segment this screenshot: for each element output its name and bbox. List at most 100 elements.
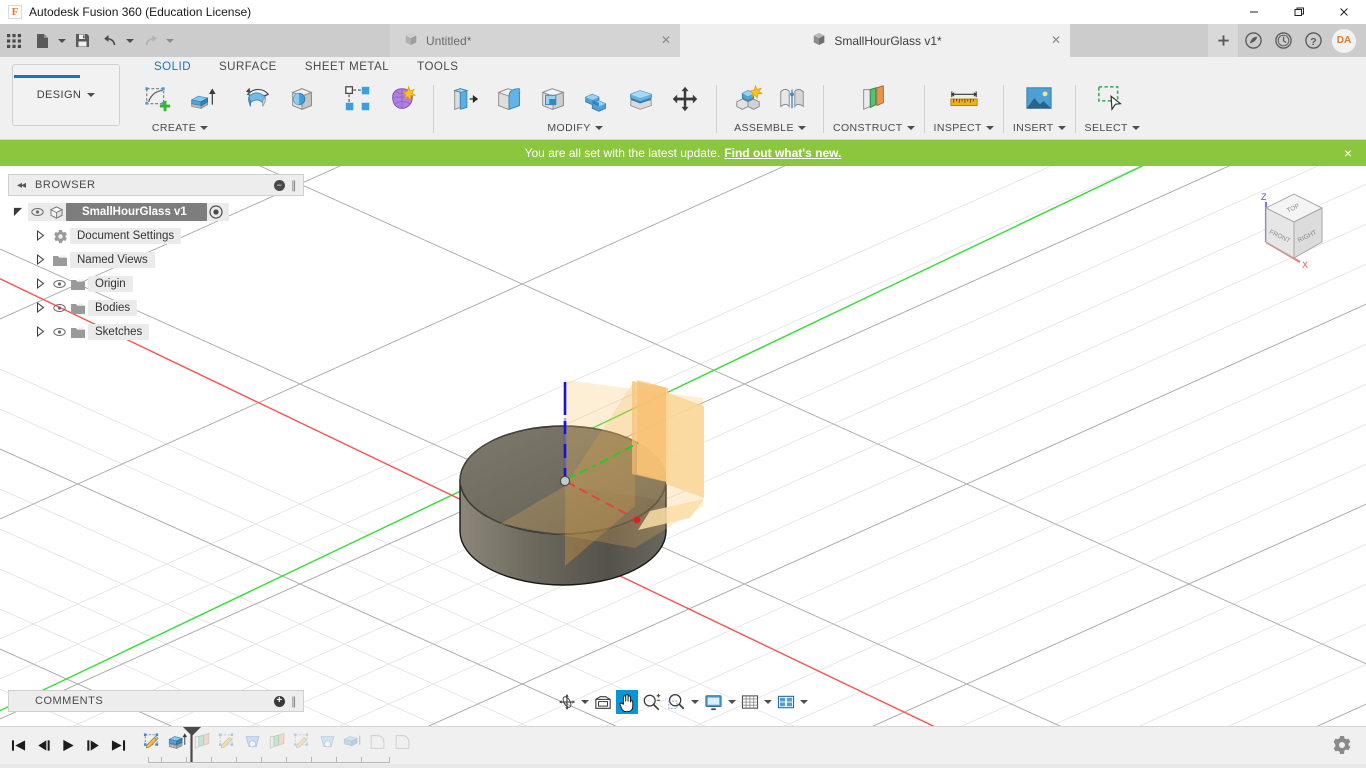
redo-chevron-down-icon[interactable] <box>164 24 176 57</box>
ribbon-tab-tools[interactable]: TOOLS <box>403 57 472 76</box>
orbit-chevron-down-icon[interactable] <box>580 700 590 704</box>
ribbon-group-insert-label[interactable]: INSERT <box>1013 122 1066 134</box>
file-menu-button[interactable] <box>28 24 56 57</box>
document-tab-close-icon[interactable]: ✕ <box>661 34 671 46</box>
expand-arrow-icon[interactable] <box>30 277 50 291</box>
grid-snaps-chevron-down-icon[interactable] <box>763 700 773 704</box>
form-icon[interactable] <box>380 77 424 121</box>
maximize-button[interactable] <box>1276 0 1321 24</box>
rectangular-pattern-icon[interactable] <box>336 77 380 121</box>
comments-panel[interactable]: COMMENTS + ∥ <box>8 690 304 712</box>
orbit-icon[interactable] <box>556 690 578 714</box>
viewports-chevron-down-icon[interactable] <box>799 700 809 704</box>
expand-arrow-icon[interactable] <box>30 253 50 267</box>
timeline-feature-sketch-2[interactable] <box>215 729 240 755</box>
step-forward-icon[interactable] <box>81 727 106 763</box>
document-tab-close-icon[interactable]: ✕ <box>1051 34 1061 46</box>
extensions-icon[interactable] <box>1238 24 1268 57</box>
timeline-settings-icon[interactable] <box>1332 735 1352 760</box>
shell-icon[interactable] <box>531 77 575 121</box>
timeline-feature-extrude-2[interactable] <box>340 729 365 755</box>
ribbon-tab-solid[interactable]: SOLID <box>140 57 205 76</box>
file-menu-chevron-down-icon[interactable] <box>56 24 68 57</box>
pan-icon[interactable] <box>616 690 638 714</box>
sweep-icon[interactable] <box>280 77 324 121</box>
browser-item-bodies[interactable]: Bodies <box>8 298 304 318</box>
browser-collapse-icon[interactable]: ◂◂ <box>17 180 26 191</box>
banner-close-icon[interactable]: × <box>1344 145 1352 161</box>
timeline-feature-sketch-1[interactable] <box>140 729 165 755</box>
ribbon-group-modify-label[interactable]: MODIFY <box>547 122 603 134</box>
fillet-icon[interactable] <box>487 77 531 121</box>
offset-plane-icon[interactable] <box>852 77 896 121</box>
document-tab-untitled[interactable]: Untitled* ✕ <box>390 24 680 57</box>
revolve-icon[interactable] <box>236 77 280 121</box>
expand-arrow-icon[interactable] <box>30 325 50 339</box>
browser-resize-grip[interactable]: ∥ <box>291 179 297 192</box>
data-panel-button[interactable] <box>0 24 28 57</box>
job-status-clock-icon[interactable] <box>1268 24 1298 57</box>
combine-icon[interactable] <box>575 77 619 121</box>
play-icon[interactable] <box>56 727 81 763</box>
new-component-icon[interactable] <box>726 77 770 121</box>
redo-button[interactable] <box>136 24 164 57</box>
timeline-feature-revolve-1[interactable] <box>240 729 265 755</box>
close-button[interactable] <box>1321 0 1366 24</box>
zoom-icon[interactable] <box>640 690 663 714</box>
undo-chevron-down-icon[interactable] <box>124 24 136 57</box>
minimize-button[interactable] <box>1231 0 1276 24</box>
new-tab-button[interactable] <box>1208 24 1238 57</box>
ribbon-group-create-label[interactable]: CREATE <box>152 122 209 134</box>
activate-component-icon[interactable] <box>207 205 225 219</box>
measure-icon[interactable] <box>942 77 986 121</box>
timeline-feature-fillet-1[interactable] <box>365 729 390 755</box>
timeline-feature-fillet-2[interactable] <box>390 729 415 755</box>
zoom-window-chevron-down-icon[interactable] <box>690 700 700 704</box>
undo-button[interactable] <box>96 24 124 57</box>
visibility-eye-icon[interactable] <box>50 279 68 289</box>
avatar[interactable]: DA <box>1332 28 1356 53</box>
banner-link[interactable]: Find out what's new. <box>724 146 841 160</box>
offset-face-icon[interactable] <box>619 77 663 121</box>
ribbon-group-inspect-label[interactable]: INSPECT <box>934 122 994 134</box>
timeline-feature-plane-2[interactable] <box>265 729 290 755</box>
add-comment-icon[interactable]: + <box>274 695 285 707</box>
create-sketch-icon[interactable] <box>136 77 180 121</box>
ribbon-group-assemble-label[interactable]: ASSEMBLE <box>734 122 806 134</box>
expand-arrow-icon[interactable] <box>30 229 50 243</box>
look-at-icon[interactable] <box>592 690 614 714</box>
move-copy-icon[interactable] <box>663 77 707 121</box>
visibility-eye-icon[interactable] <box>50 327 68 337</box>
insert-image-icon[interactable] <box>1017 77 1061 121</box>
go-to-beginning-icon[interactable] <box>6 727 31 763</box>
browser-item-sketches[interactable]: Sketches <box>8 322 304 342</box>
view-cube[interactable]: Z X TOP FRONT RIGHT <box>1248 180 1340 280</box>
grid-snaps-icon[interactable] <box>739 690 761 714</box>
workspace-switcher-button[interactable]: DESIGN <box>12 64 120 126</box>
extrude-icon[interactable] <box>180 77 224 121</box>
display-settings-chevron-down-icon[interactable] <box>727 700 737 704</box>
step-back-icon[interactable] <box>31 727 56 763</box>
ribbon-group-select-label[interactable]: SELECT <box>1085 122 1140 134</box>
viewports-icon[interactable] <box>775 690 797 714</box>
press-pull-icon[interactable] <box>443 77 487 121</box>
ribbon-group-construct-label[interactable]: CONSTRUCT <box>833 122 915 134</box>
help-icon[interactable]: ? <box>1298 24 1328 57</box>
document-tab-smallhourglass[interactable]: SmallHourGlass v1* ✕ <box>680 24 1070 57</box>
browser-root-node[interactable]: SmallHourGlass v1 <box>8 202 304 222</box>
joint-icon[interactable] <box>770 77 814 121</box>
zoom-window-icon[interactable] <box>665 690 688 714</box>
browser-item-origin[interactable]: Origin <box>8 274 304 294</box>
expand-arrow-icon[interactable] <box>30 301 50 315</box>
ribbon-tab-surface[interactable]: SURFACE <box>205 57 291 76</box>
comments-resize-grip[interactable]: ∥ <box>291 695 297 708</box>
go-to-end-icon[interactable] <box>106 727 131 763</box>
visibility-eye-icon[interactable] <box>50 303 68 313</box>
browser-item-named-views[interactable]: Named Views <box>8 250 304 270</box>
display-settings-icon[interactable] <box>702 690 725 714</box>
timeline-feature-revolve-2[interactable] <box>315 729 340 755</box>
browser-item-document-settings[interactable]: Document Settings <box>8 226 304 246</box>
browser-minimize-icon[interactable]: − <box>274 179 285 191</box>
save-button[interactable] <box>68 24 96 57</box>
expand-arrow-icon[interactable] <box>8 206 28 219</box>
